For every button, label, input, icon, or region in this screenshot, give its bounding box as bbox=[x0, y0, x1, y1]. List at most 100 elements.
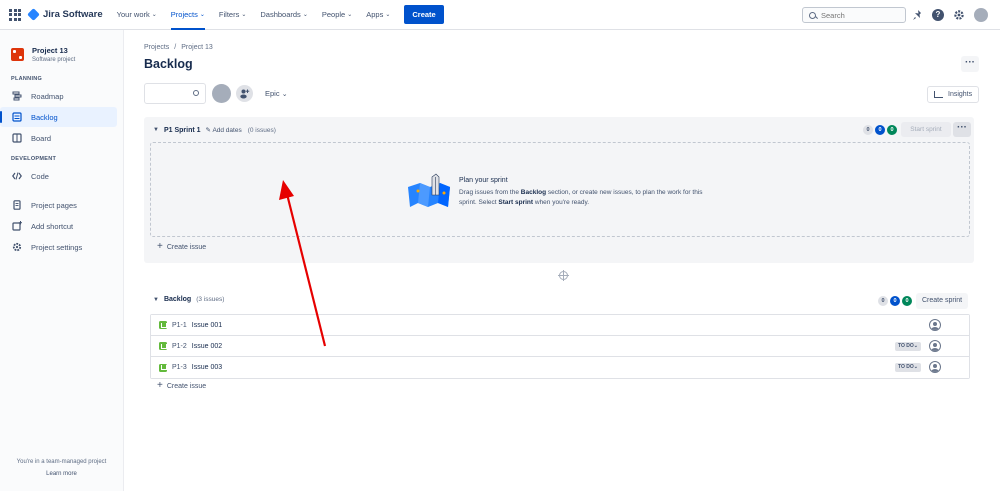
nav-apps[interactable]: Apps ⌄ bbox=[366, 0, 390, 30]
table-row[interactable]: P1-1 Issue 001 bbox=[151, 315, 969, 336]
sprint-status-counts: 0 0 0 bbox=[861, 125, 897, 135]
nav-projects[interactable]: Projects ⌄ bbox=[170, 0, 206, 30]
nav-filters[interactable]: Filters ⌄ bbox=[219, 0, 246, 30]
jira-logo-icon bbox=[27, 8, 40, 21]
add-dates-link[interactable]: ✎ Add dates bbox=[206, 126, 242, 134]
insights-button[interactable]: Insights bbox=[927, 86, 980, 103]
plan-sprint-description: Drag issues from the Backlog section, or… bbox=[459, 189, 703, 206]
page-title: Backlog bbox=[144, 57, 193, 71]
breadcrumb-project[interactable]: Project 13 bbox=[181, 44, 213, 51]
nav-your-work[interactable]: Your work ⌄ bbox=[117, 0, 157, 30]
issue-summary: Issue 002 bbox=[191, 342, 223, 350]
project-sidebar: Project 13 Software project PLANNING Roa… bbox=[0, 30, 124, 491]
table-row[interactable]: P1-2 Issue 002 TO DO⌄ bbox=[151, 336, 969, 357]
issue-key[interactable]: P1-1 bbox=[172, 322, 187, 329]
profile-avatar[interactable] bbox=[974, 8, 988, 22]
roadmap-icon bbox=[12, 91, 22, 101]
create-sprint-button[interactable]: Create sprint bbox=[916, 293, 969, 309]
status-dropdown[interactable]: TO DO⌄ bbox=[895, 363, 921, 372]
sidebar-item-add-shortcut[interactable]: Add shortcut bbox=[0, 216, 123, 236]
jira-logo[interactable]: Jira Software bbox=[27, 8, 103, 21]
chevron-down-icon: ⌄ bbox=[347, 12, 353, 18]
sprint-name: P1 Sprint 1 bbox=[163, 126, 201, 134]
plus-icon: + bbox=[157, 380, 163, 391]
breadcrumb: Projects / Project 13 bbox=[144, 44, 213, 51]
assignee-avatar-icon[interactable] bbox=[929, 340, 941, 352]
search-icon bbox=[809, 11, 816, 19]
backlog-issue-list: P1-1 Issue 001 P1-2 Issue 002 TO DO⌄ P1-… bbox=[150, 314, 970, 379]
table-row[interactable]: P1-3 Issue 003 TO DO⌄ bbox=[151, 357, 969, 378]
backlog-create-issue-button[interactable]: + Create issue bbox=[157, 380, 206, 391]
resize-drag-handle-icon[interactable] bbox=[558, 270, 569, 281]
epic-filter-dropdown[interactable]: Epic ⌄ bbox=[265, 89, 288, 98]
story-icon bbox=[159, 342, 167, 350]
sprint-create-issue-button[interactable]: + Create issue bbox=[157, 241, 206, 252]
breadcrumb-separator: / bbox=[174, 44, 177, 51]
done-count-badge: 0 bbox=[902, 296, 912, 306]
sprint-container: ▼ P1 Sprint 1 ✎ Add dates (0 issues) 0 0… bbox=[144, 117, 974, 263]
in-progress-count-badge: 0 bbox=[875, 125, 885, 135]
start-sprint-button[interactable]: Start sprint bbox=[901, 122, 951, 137]
create-button[interactable]: Create bbox=[404, 5, 444, 24]
todo-count-badge: 0 bbox=[863, 125, 873, 135]
assignee-avatar-icon[interactable] bbox=[929, 361, 941, 373]
story-icon bbox=[159, 321, 167, 329]
backlog-issue-count: (3 issues) bbox=[196, 296, 225, 303]
project-name: Project 13 bbox=[32, 46, 68, 55]
notifications-icon[interactable] bbox=[912, 9, 924, 21]
app-switcher-icon[interactable] bbox=[9, 8, 21, 21]
page-icon bbox=[13, 200, 21, 210]
learn-more-link[interactable]: Learn more bbox=[0, 471, 123, 477]
done-count-badge: 0 bbox=[887, 125, 897, 135]
breadcrumb-projects[interactable]: Projects bbox=[144, 44, 169, 51]
todo-count-badge: 0 bbox=[878, 296, 888, 306]
people-filter-button[interactable] bbox=[236, 85, 253, 102]
plan-sprint-illustration bbox=[408, 173, 450, 207]
plan-sprint-title: Plan your sprint bbox=[459, 177, 508, 184]
issue-key[interactable]: P1-3 bbox=[172, 364, 187, 371]
chevron-down-icon: ⌄ bbox=[241, 12, 247, 18]
backlog-header: ▼ Backlog (3 issues) bbox=[153, 296, 224, 303]
story-icon bbox=[159, 363, 167, 372]
help-icon[interactable]: ? bbox=[932, 9, 944, 21]
issue-summary: Issue 001 bbox=[191, 321, 223, 329]
board-icon bbox=[12, 133, 22, 143]
sprint-issue-count: (0 issues) bbox=[247, 126, 276, 134]
avatar-filter[interactable] bbox=[212, 84, 231, 103]
sidebar-footer: You're in a team-managed project Learn m… bbox=[0, 459, 123, 477]
sidebar-item-board[interactable]: Board bbox=[0, 128, 123, 148]
backlog-title: Backlog bbox=[163, 296, 192, 303]
issue-key[interactable]: P1-2 bbox=[172, 343, 187, 350]
backlog-icon bbox=[12, 112, 22, 122]
collapse-caret-icon[interactable]: ▼ bbox=[153, 297, 159, 303]
sprint-drop-zone[interactable]: Plan your sprint Drag issues from the Ba… bbox=[150, 142, 970, 237]
status-dropdown[interactable]: TO DO⌄ bbox=[895, 342, 921, 351]
sidebar-item-code[interactable]: Code bbox=[0, 166, 123, 186]
chevron-down-icon: ⌄ bbox=[151, 12, 157, 18]
plus-icon: + bbox=[157, 241, 163, 252]
sidebar-item-backlog[interactable]: Backlog bbox=[0, 107, 117, 127]
nav-dashboards[interactable]: Dashboards ⌄ bbox=[260, 0, 307, 30]
add-shortcut-icon bbox=[12, 221, 22, 231]
settings-gear-icon[interactable] bbox=[953, 9, 965, 21]
product-name: Jira Software bbox=[43, 9, 103, 20]
search-input[interactable] bbox=[821, 10, 901, 20]
search-box[interactable] bbox=[802, 7, 906, 23]
chevron-down-icon: ⌄ bbox=[913, 343, 918, 349]
sprint-header: ▼ P1 Sprint 1 ✎ Add dates (0 issues) bbox=[153, 126, 276, 135]
sidebar-item-project-pages[interactable]: Project pages bbox=[0, 195, 123, 215]
collapse-caret-icon[interactable]: ▼ bbox=[153, 127, 159, 133]
project-header[interactable]: Project 13 Software project bbox=[0, 30, 123, 63]
sprint-more-button[interactable]: ··· bbox=[953, 122, 971, 137]
sidebar-item-project-settings[interactable]: Project settings bbox=[0, 237, 123, 257]
nav-people[interactable]: People ⌄ bbox=[322, 0, 352, 30]
more-actions-button[interactable]: ··· bbox=[961, 56, 979, 72]
team-managed-note: You're in a team-managed project bbox=[16, 459, 107, 465]
project-type: Software project bbox=[32, 57, 76, 63]
project-avatar-icon bbox=[11, 48, 24, 61]
plan-sprint-message: Plan your sprint Drag issues from the Ba… bbox=[459, 177, 719, 208]
in-progress-count-badge: 0 bbox=[890, 296, 900, 306]
backlog-search-input[interactable] bbox=[144, 83, 206, 104]
sidebar-item-roadmap[interactable]: Roadmap bbox=[0, 86, 123, 106]
assignee-avatar-icon[interactable] bbox=[929, 319, 941, 331]
